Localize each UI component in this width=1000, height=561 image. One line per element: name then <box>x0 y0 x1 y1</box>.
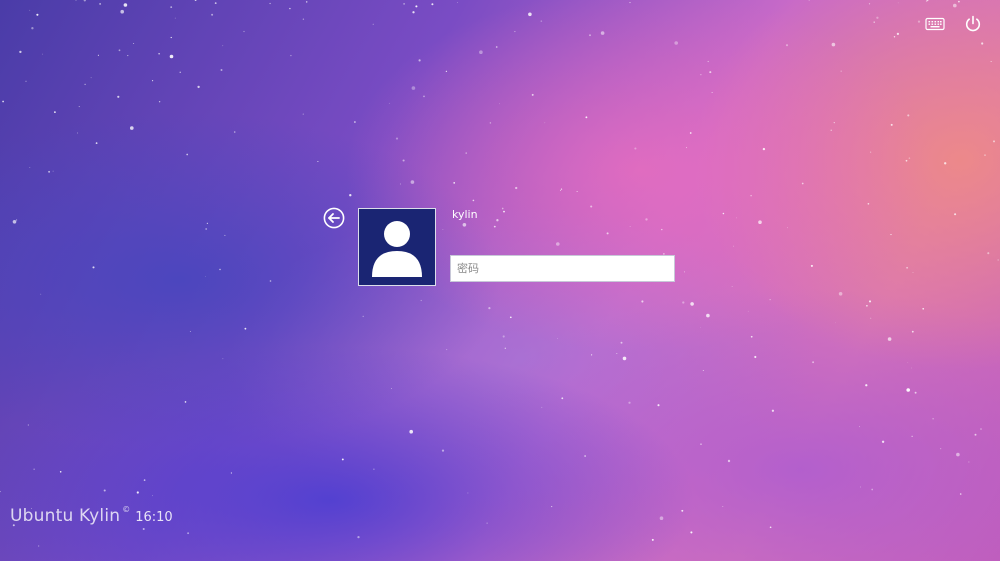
user-avatar-icon <box>372 221 422 277</box>
brand-logo-text: Ubuntu Kylin <box>10 506 121 526</box>
power-icon <box>965 15 981 32</box>
power-button[interactable] <box>961 12 985 36</box>
clock: 16:10 <box>135 510 173 525</box>
brand-registered-mark: © <box>122 505 131 514</box>
branding: Ubuntu Kylin © 16:10 <box>10 505 173 526</box>
back-arrow-icon <box>323 207 345 229</box>
login-screen: kylin Ubuntu Kylin © 16:10 <box>0 0 1000 561</box>
keyboard-button[interactable] <box>923 12 947 36</box>
username-label: kylin <box>452 208 478 221</box>
password-input[interactable] <box>450 255 675 282</box>
user-avatar[interactable] <box>358 208 436 286</box>
keyboard-icon <box>925 17 945 31</box>
back-button[interactable] <box>323 207 345 229</box>
